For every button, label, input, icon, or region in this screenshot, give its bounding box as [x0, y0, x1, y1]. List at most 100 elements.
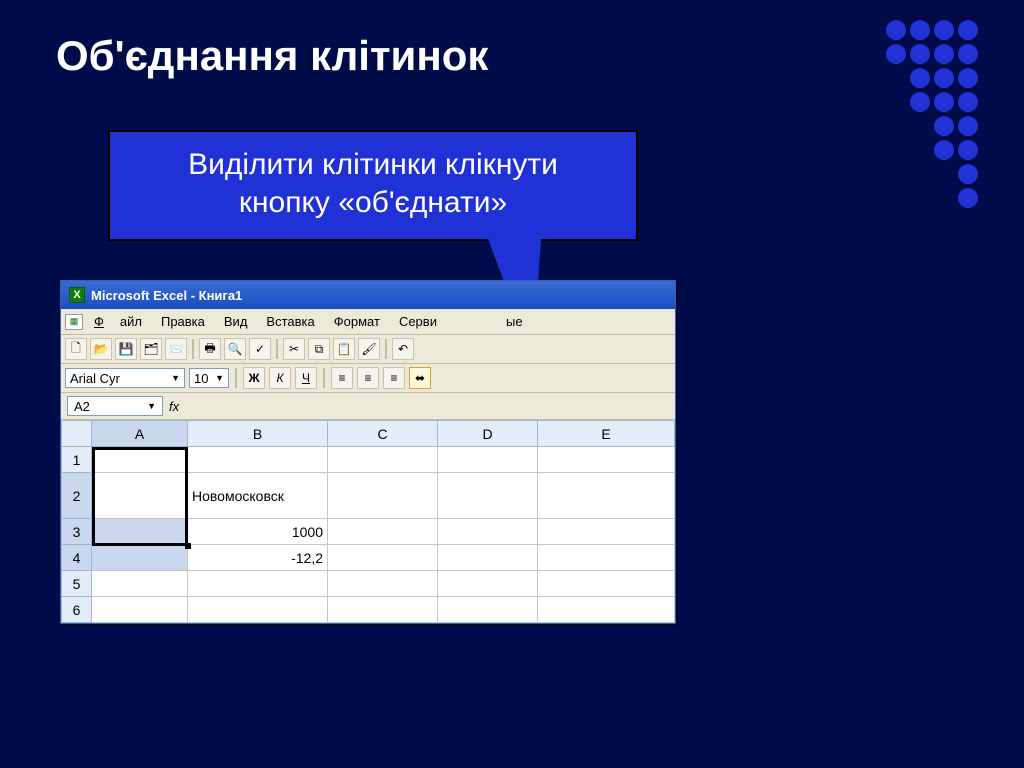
format-painter-button[interactable]: 🖌	[358, 338, 380, 360]
cell-c4[interactable]	[328, 545, 438, 571]
cell-a1[interactable]	[92, 447, 188, 473]
spellcheck-button[interactable]: ✓	[249, 338, 271, 360]
callout-line2: кнопку «об'єднати»	[122, 184, 624, 222]
permission-button[interactable]: 🗂	[140, 338, 162, 360]
menu-data-partial[interactable]: ые	[498, 312, 531, 331]
merge-cells-button[interactable]: ⬌	[409, 367, 431, 389]
font-selector[interactable]: Arial Cyr ▼	[65, 368, 185, 388]
chevron-down-icon: ▼	[211, 373, 224, 383]
row-header-5[interactable]: 5	[62, 571, 92, 597]
callout: Виділити клітинки клікнути кнопку «об'єд…	[108, 130, 638, 241]
cell-e4[interactable]	[538, 545, 675, 571]
italic-button[interactable]: К	[269, 367, 291, 389]
cell-d3[interactable]	[438, 519, 538, 545]
cell-d2[interactable]	[438, 473, 538, 519]
font-size-value: 10	[194, 371, 208, 386]
cell-b2[interactable]: Новомосковск	[188, 473, 328, 519]
bold-button[interactable]: Ж	[243, 367, 265, 389]
table-row: 5	[62, 571, 675, 597]
cell-c1[interactable]	[328, 447, 438, 473]
row-header-6[interactable]: 6	[62, 597, 92, 623]
menu-tools-partial[interactable]: Серви	[391, 312, 445, 331]
window-title: Microsoft Excel - Книга1	[91, 288, 242, 303]
cell-a2[interactable]	[92, 473, 188, 519]
cell-d1[interactable]	[438, 447, 538, 473]
cell-a3[interactable]	[92, 519, 188, 545]
preview-button[interactable]: 🔍	[224, 338, 246, 360]
cell-e1[interactable]	[538, 447, 675, 473]
menu-edit[interactable]: Правка	[153, 312, 213, 331]
table-row: 4 -12,2	[62, 545, 675, 571]
cell-c2[interactable]	[328, 473, 438, 519]
menu-format[interactable]: Формат	[326, 312, 388, 331]
cell-c6[interactable]	[328, 597, 438, 623]
row-header-4[interactable]: 4	[62, 545, 92, 571]
cell-e3[interactable]	[538, 519, 675, 545]
table-row: 1	[62, 447, 675, 473]
cell-a4[interactable]	[92, 545, 188, 571]
cell-e2[interactable]	[538, 473, 675, 519]
table-row: 2 Новомосковск	[62, 473, 675, 519]
new-button[interactable]: 🗋	[65, 338, 87, 360]
cut-button[interactable]: ✂	[283, 338, 305, 360]
table-row: 3 1000	[62, 519, 675, 545]
copy-button[interactable]: ⧉	[308, 338, 330, 360]
callout-line1: Виділити клітинки клікнути	[122, 146, 624, 184]
excel-app-icon: X	[69, 287, 85, 303]
cell-b6[interactable]	[188, 597, 328, 623]
align-center-button[interactable]: ≡	[357, 367, 379, 389]
row-header-3[interactable]: 3	[62, 519, 92, 545]
cell-b4[interactable]: -12,2	[188, 545, 328, 571]
col-header-a[interactable]: A	[92, 421, 188, 447]
paste-button[interactable]: 📋	[333, 338, 355, 360]
menubar: ▦ Файл Правка Вид Вставка Формат Серви ы…	[61, 309, 675, 335]
row-header-1[interactable]: 1	[62, 447, 92, 473]
col-header-e[interactable]: E	[538, 421, 675, 447]
selection-fill-handle[interactable]	[185, 543, 191, 549]
email-button[interactable]: 📨	[165, 338, 187, 360]
name-box-value: A2	[74, 399, 90, 414]
table-row: 6	[62, 597, 675, 623]
underline-button[interactable]: Ч	[295, 367, 317, 389]
spreadsheet-grid[interactable]: A B C D E 1 2 Новомосковск 3 1000 4 -12,…	[61, 420, 675, 623]
save-button[interactable]: 💾	[115, 338, 137, 360]
name-box[interactable]: A2 ▼	[67, 396, 163, 416]
cell-b3[interactable]: 1000	[188, 519, 328, 545]
chevron-down-icon: ▼	[147, 401, 156, 411]
cell-c5[interactable]	[328, 571, 438, 597]
formula-bar: A2 ▼ fx	[61, 393, 675, 420]
cell-c3[interactable]	[328, 519, 438, 545]
chevron-down-icon: ▼	[167, 373, 180, 383]
cell-a6[interactable]	[92, 597, 188, 623]
fx-label: fx	[169, 399, 179, 414]
align-left-button[interactable]: ≡	[331, 367, 353, 389]
cell-d5[interactable]	[438, 571, 538, 597]
row-header-2[interactable]: 2	[62, 473, 92, 519]
cell-a5[interactable]	[92, 571, 188, 597]
undo-button[interactable]: ↶	[392, 338, 414, 360]
cell-e5[interactable]	[538, 571, 675, 597]
align-right-button[interactable]: ≡	[383, 367, 405, 389]
cell-d6[interactable]	[438, 597, 538, 623]
slide-title: Об'єднання клітинок	[56, 32, 488, 80]
col-header-b[interactable]: B	[188, 421, 328, 447]
font-size-selector[interactable]: 10 ▼	[189, 368, 229, 388]
menu-insert[interactable]: Вставка	[258, 312, 322, 331]
formatting-toolbar: Arial Cyr ▼ 10 ▼ Ж К Ч ≡ ≡ ≡ ⬌	[61, 364, 675, 393]
titlebar: X Microsoft Excel - Книга1	[61, 281, 675, 309]
font-value: Arial Cyr	[70, 371, 120, 386]
col-header-c[interactable]: C	[328, 421, 438, 447]
menu-file[interactable]: Файл	[86, 312, 150, 331]
excel-window: X Microsoft Excel - Книга1 ▦ Файл Правка…	[60, 280, 676, 624]
cell-b1[interactable]	[188, 447, 328, 473]
cell-d4[interactable]	[438, 545, 538, 571]
open-button[interactable]: 📂	[90, 338, 112, 360]
menu-view[interactable]: Вид	[216, 312, 256, 331]
cell-e6[interactable]	[538, 597, 675, 623]
select-all-corner[interactable]	[62, 421, 92, 447]
col-header-d[interactable]: D	[438, 421, 538, 447]
print-button[interactable]: 🖶	[199, 338, 221, 360]
decorative-dots	[886, 20, 978, 208]
cell-b5[interactable]	[188, 571, 328, 597]
workbook-icon[interactable]: ▦	[65, 314, 83, 330]
